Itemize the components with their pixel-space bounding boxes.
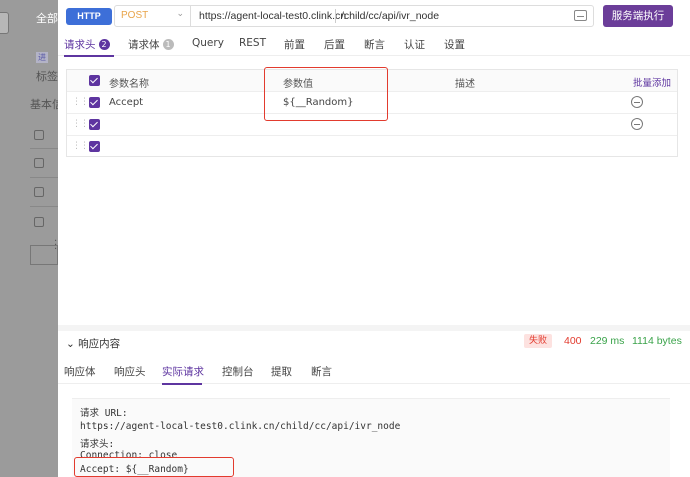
status-code: 400 [564,335,582,347]
tab-badge: 2 [98,39,110,50]
response-header[interactable]: ⌄ 响应内容 失败 400 229 ms 1114 bytes [58,331,690,353]
status-badge: 失败 [524,334,552,348]
tab-pre[interactable]: 前置 [284,37,305,52]
tab-query[interactable]: Query [192,37,224,49]
request-url-label: 请求 URL: [80,408,128,419]
chevron-down-icon: ⌄ [176,9,184,19]
response-size: 1114 bytes [632,335,682,347]
request-topbar: HTTP POST ⌄ https://agent-local-test0.cl… [58,0,690,34]
remove-row-icon[interactable] [631,118,643,130]
background-tag: 进 [36,52,48,63]
drag-handle-icon[interactable]: ⋮⋮ [72,119,89,129]
drag-handle-icon[interactable]: ⋮⋮ [72,97,89,107]
remove-row-icon[interactable] [631,96,643,108]
background-divider [30,206,58,207]
background-button [0,12,9,34]
method-select[interactable]: POST ⌄ [115,6,191,26]
background-checkbox [34,158,44,168]
background-checkbox [34,187,44,197]
url-input-group: POST ⌄ https://agent-local-test0.clink.c… [114,5,594,27]
row-checkbox[interactable] [89,119,100,130]
drag-handle-icon[interactable]: ⋮⋮ [72,141,89,151]
background-divider [30,177,58,178]
tab-label: 请求头 [64,39,96,51]
tab-post[interactable]: 后置 [324,37,345,52]
chevron-down-icon: ⌄ [66,338,79,350]
request-headers-label: 请求头: [80,439,115,450]
server-execute-button[interactable]: 服务端执行 [603,5,673,27]
highlight-annotation-box [74,457,234,477]
keyboard-icon[interactable] [574,10,587,21]
column-header-desc: 描述 [455,79,475,90]
background-checkbox [34,217,44,227]
request-tabs: 请求头 2 请求体 1 Query REST 前置 后置 断言 认证 设置 [58,34,690,56]
tab-body[interactable]: 请求体 1 [128,37,174,52]
response-time: 229 ms [590,335,625,347]
active-response-tab-indicator [162,383,202,385]
url-base-input[interactable]: https://agent-local-test0.clink.cn [199,10,346,22]
background-checkbox [34,130,44,140]
bulk-add-link[interactable]: 批量添加 [633,75,671,89]
column-header-name: 参数名称 [109,79,149,90]
param-name-input[interactable]: Accept [109,97,143,108]
tab-label: 请求体 [128,39,160,51]
url-separator [335,9,336,23]
tab-headers[interactable]: 请求头 2 [64,37,110,52]
tab-badge: 1 [162,39,174,50]
tab-rest[interactable]: REST [239,37,266,49]
url-path-input[interactable]: /child/cc/api/ivr_node [341,10,439,22]
response-title: ⌄ 响应内容 [66,336,120,351]
tab-auth[interactable]: 认证 [404,37,425,52]
tab-response-headers[interactable]: 响应头 [114,364,146,379]
background-divider [30,148,58,149]
tab-response-body[interactable]: 响应体 [64,364,96,379]
response-tabs: 响应体 响应头 实际请求 控制台 提取 断言 [58,358,690,384]
background-label: 标签 [36,70,58,83]
method-value: POST [121,10,149,21]
highlight-annotation-box [264,67,388,121]
api-request-drawer: HTTP POST ⌄ https://agent-local-test0.cl… [58,0,690,477]
tab-assertions[interactable]: 断言 [364,37,385,52]
protocol-tag: HTTP [66,8,112,25]
tab-console[interactable]: 控制台 [222,364,254,379]
table-row: ⋮⋮ [67,136,677,158]
row-checkbox[interactable] [89,141,100,152]
active-tab-indicator [64,55,114,57]
request-url-value: https://agent-local-test0.clink.cn/child… [80,421,401,432]
background-tab-all: 全部 [36,12,58,25]
tab-response-assertions[interactable]: 断言 [311,364,332,379]
tab-extract[interactable]: 提取 [271,364,292,379]
tab-actual-request[interactable]: 实际请求 [162,364,204,379]
row-checkbox[interactable] [89,97,100,108]
select-all-checkbox[interactable] [89,75,100,86]
tab-settings[interactable]: 设置 [444,37,465,52]
response-title-text: 响应内容 [78,338,121,350]
